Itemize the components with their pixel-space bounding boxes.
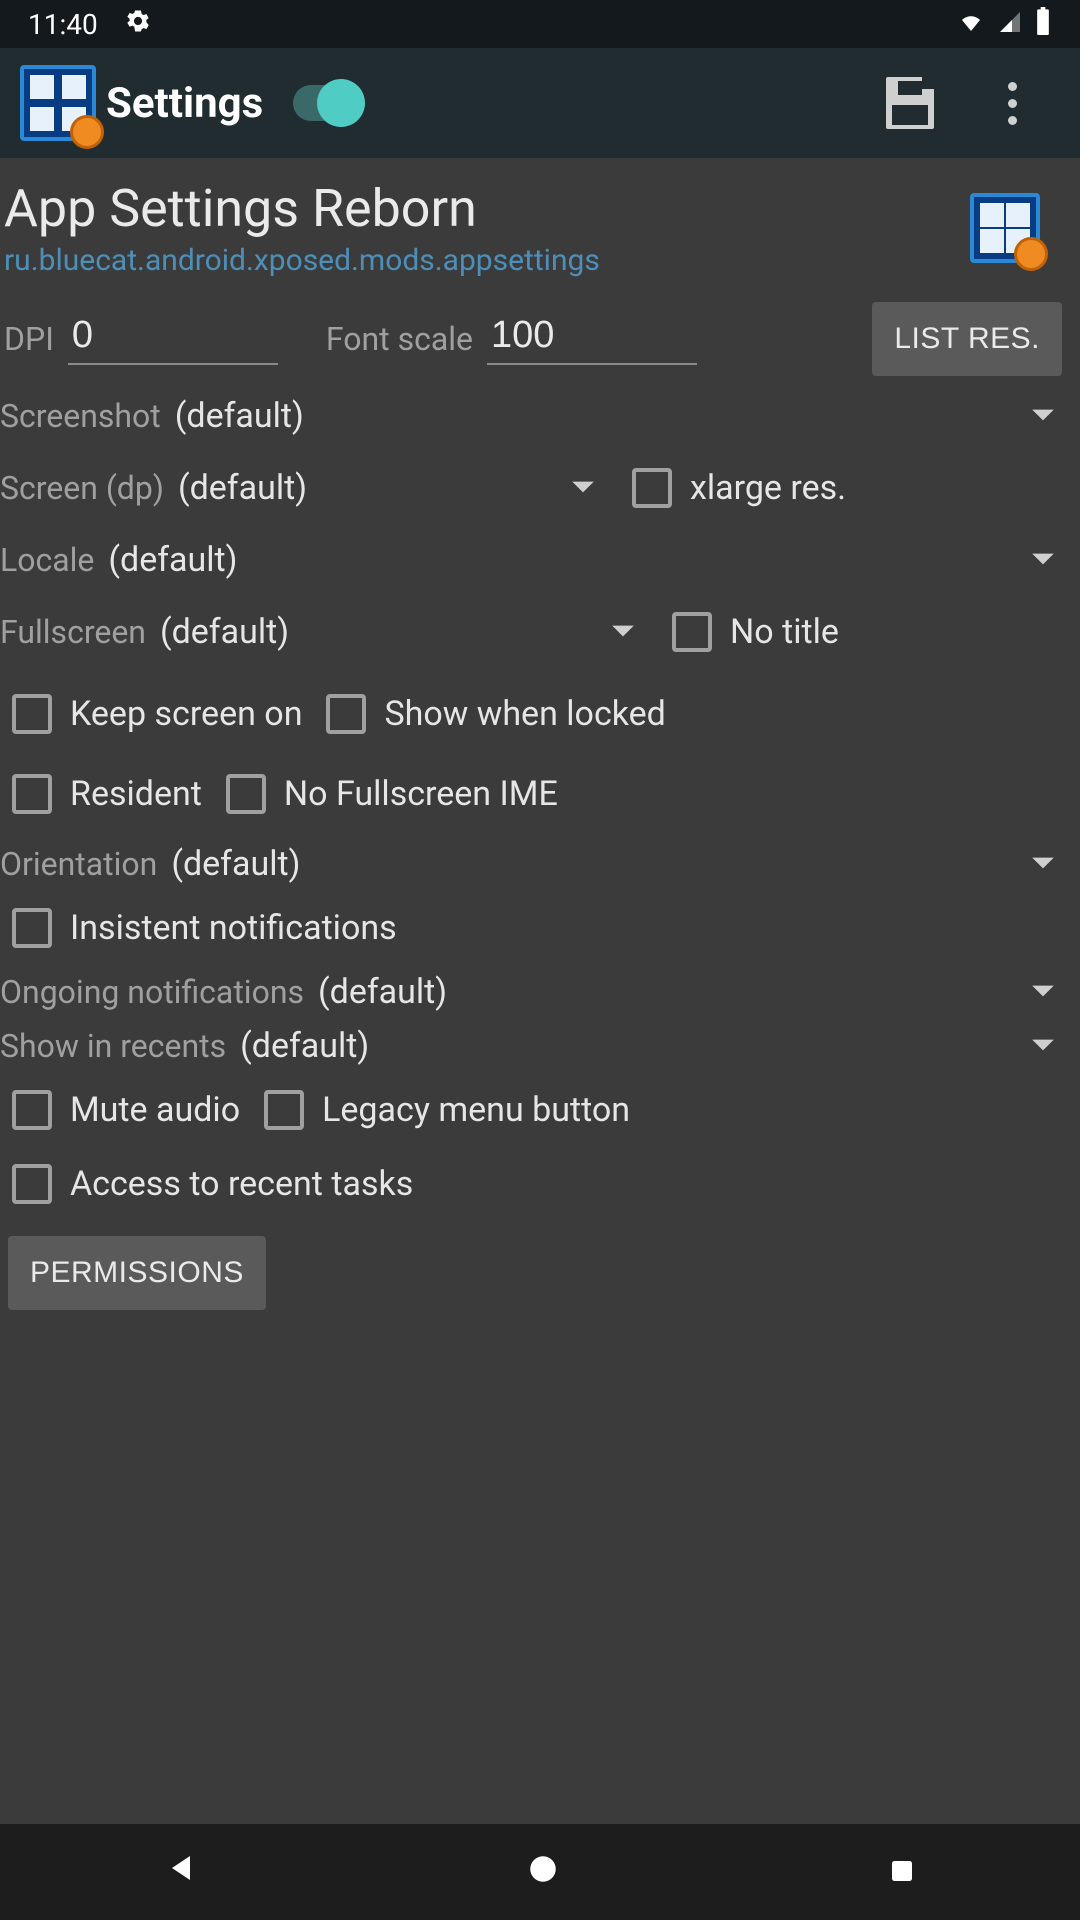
wifi-icon	[956, 8, 986, 41]
chevron-down-icon	[1030, 852, 1056, 876]
orientation-label: Orientation	[0, 845, 157, 883]
app-bar: Settings	[0, 48, 1080, 158]
legacy-menu-checkbox[interactable]: Legacy menu button	[252, 1076, 630, 1144]
app-header: App Settings Reborn ru.bluecat.android.x…	[0, 168, 1080, 288]
insistent-notifications-checkbox[interactable]: Insistent notifications	[0, 894, 1080, 962]
chevron-down-icon	[610, 620, 636, 644]
list-res-button[interactable]: LIST RES.	[872, 302, 1062, 376]
show-when-locked-checkbox[interactable]: Show when locked	[314, 680, 665, 748]
fullscreen-select[interactable]: Fullscreen (default)	[0, 606, 660, 658]
xlarge-res-checkbox[interactable]: xlarge res.	[620, 454, 846, 522]
nav-back-icon[interactable]	[163, 1848, 199, 1897]
checkbox-icon	[672, 612, 712, 652]
fullscreen-label: Fullscreen	[0, 613, 146, 651]
permissions-button[interactable]: PERMISSIONS	[8, 1236, 266, 1310]
app-name: App Settings Reborn	[4, 178, 970, 239]
screenshot-value: (default)	[175, 396, 304, 436]
signal-icon	[998, 8, 1022, 41]
nav-home-icon[interactable]	[526, 1848, 560, 1897]
chevron-down-icon	[1030, 404, 1056, 428]
ongoing-label: Ongoing notifications	[0, 973, 304, 1011]
locale-select[interactable]: Locale (default)	[0, 530, 1080, 590]
save-icon[interactable]	[886, 77, 946, 129]
mute-audio-checkbox[interactable]: Mute audio	[0, 1076, 240, 1144]
orientation-select[interactable]: Orientation (default)	[0, 834, 1080, 894]
chevron-down-icon	[570, 476, 596, 500]
access-recent-tasks-checkbox[interactable]: Access to recent tasks	[0, 1150, 1080, 1218]
screenshot-select[interactable]: Screenshot (default)	[0, 386, 1080, 446]
gear-icon	[124, 7, 152, 42]
target-app-icon	[970, 193, 1040, 263]
master-toggle[interactable]	[293, 85, 363, 121]
screenshot-label: Screenshot	[0, 397, 161, 435]
dpi-input[interactable]	[68, 314, 278, 365]
nav-recents-icon[interactable]	[887, 1848, 917, 1897]
locale-label: Locale	[0, 541, 94, 579]
screen-dp-label: Screen (dp)	[0, 469, 164, 507]
app-icon	[20, 65, 96, 141]
navigation-bar	[0, 1824, 1080, 1920]
no-title-checkbox[interactable]: No title	[660, 598, 839, 666]
ongoing-value: (default)	[318, 972, 447, 1012]
clock: 11:40	[28, 8, 98, 41]
font-scale-label: Font scale	[326, 320, 473, 358]
recents-value: (default)	[240, 1026, 369, 1066]
screen-dp-select[interactable]: Screen (dp) (default)	[0, 462, 620, 514]
font-scale-input[interactable]	[487, 314, 697, 365]
checkbox-icon	[632, 468, 672, 508]
chevron-down-icon	[1030, 980, 1056, 1004]
screen-dp-value: (default)	[178, 468, 307, 508]
orientation-value: (default)	[171, 844, 300, 884]
package-name: ru.bluecat.android.xposed.mods.appsettin…	[4, 243, 970, 278]
keep-screen-on-checkbox[interactable]: Keep screen on	[0, 680, 302, 748]
dpi-label: DPI	[4, 320, 54, 358]
overflow-menu-icon[interactable]	[982, 82, 1042, 125]
recents-label: Show in recents	[0, 1027, 226, 1065]
content: App Settings Reborn ru.bluecat.android.x…	[0, 158, 1080, 1824]
locale-value: (default)	[108, 540, 237, 580]
no-fullscreen-ime-checkbox[interactable]: No Fullscreen IME	[214, 760, 558, 828]
chevron-down-icon	[1030, 1034, 1056, 1058]
resident-checkbox[interactable]: Resident	[0, 760, 202, 828]
fullscreen-value: (default)	[160, 612, 289, 652]
status-bar: 11:40	[0, 0, 1080, 48]
battery-icon	[1034, 7, 1052, 42]
show-in-recents-select[interactable]: Show in recents (default)	[0, 1022, 1080, 1070]
ongoing-notifications-select[interactable]: Ongoing notifications (default)	[0, 962, 1080, 1022]
chevron-down-icon	[1030, 548, 1056, 572]
appbar-title: Settings	[106, 79, 263, 128]
